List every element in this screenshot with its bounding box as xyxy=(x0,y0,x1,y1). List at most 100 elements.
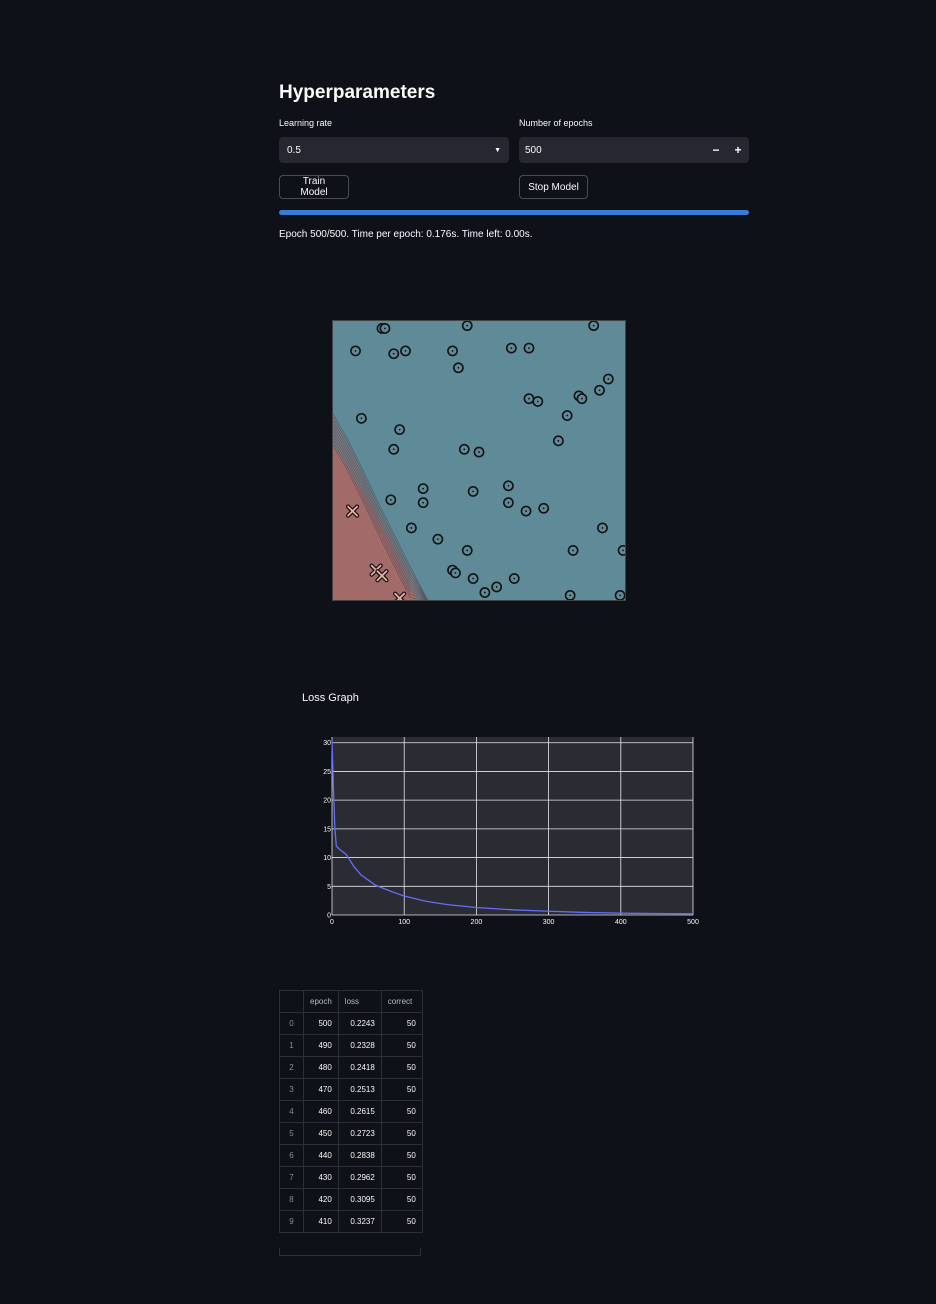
learning-rate-select[interactable]: 0.5 ▼ xyxy=(279,137,509,163)
table-cell[interactable]: 0.2838 xyxy=(337,1144,382,1167)
table-cell[interactable]: 50 xyxy=(380,1210,423,1233)
table-row[interactable]: 2 480 0.2418 50 xyxy=(279,1056,423,1079)
table-cell[interactable]: 0.2243 xyxy=(337,1012,382,1035)
table-row[interactable]: 7 430 0.2962 50 xyxy=(279,1166,423,1189)
loss-chart: 0 100 200 300 400 500 0 5 10 15 20 25 30 xyxy=(323,737,699,926)
table-row[interactable]: 1 490 0.2328 50 xyxy=(279,1034,423,1057)
train-model-button[interactable]: Train Model xyxy=(279,175,349,199)
table-scroll-edge xyxy=(279,1248,421,1256)
circle-point xyxy=(432,533,444,545)
row-index[interactable]: 2 xyxy=(279,1056,304,1079)
table-cell[interactable]: 440 xyxy=(303,1144,339,1167)
table-row[interactable]: 8 420 0.3095 50 xyxy=(279,1188,423,1211)
circle-point xyxy=(417,483,429,494)
table-cell[interactable]: 490 xyxy=(303,1034,339,1057)
circle-point xyxy=(400,345,411,357)
epochs-value[interactable]: 500 xyxy=(525,145,542,156)
table-cell[interactable]: 0.2418 xyxy=(337,1056,382,1079)
table-cell[interactable]: 0.2615 xyxy=(337,1100,382,1123)
table-cell[interactable]: 480 xyxy=(303,1056,339,1079)
table-cell[interactable]: 50 xyxy=(380,1078,423,1101)
circle-point xyxy=(602,373,614,385)
x-tick-label: 500 xyxy=(687,919,699,926)
chevron-down-icon: ▼ xyxy=(494,146,501,154)
table-cell[interactable]: 0.3237 xyxy=(337,1210,382,1233)
circle-point xyxy=(502,497,514,509)
x-tick-label: 400 xyxy=(615,919,627,926)
circle-point xyxy=(417,497,429,509)
circle-point xyxy=(552,435,564,447)
y-tick-label: 0 xyxy=(327,913,331,920)
row-index[interactable]: 6 xyxy=(279,1144,304,1167)
circle-point xyxy=(614,589,626,601)
table-row[interactable]: 9 410 0.3237 50 xyxy=(279,1210,423,1233)
table-cell[interactable]: 50 xyxy=(380,1166,423,1189)
table-cell[interactable]: 50 xyxy=(380,1122,423,1145)
table-cell[interactable]: 50 xyxy=(380,1188,423,1211)
circle-point xyxy=(355,412,367,424)
row-index[interactable]: 1 xyxy=(279,1034,304,1057)
row-index[interactable]: 9 xyxy=(279,1210,304,1233)
circle-point xyxy=(479,587,491,598)
table-row[interactable]: 5 450 0.2723 50 xyxy=(279,1122,423,1145)
table-cell[interactable]: 410 xyxy=(303,1210,339,1233)
column-header-epoch[interactable]: epoch xyxy=(303,990,339,1013)
table-cell[interactable]: 50 xyxy=(380,1012,423,1035)
data-table[interactable]: epoch loss correct 0 500 0.2243 50 1 490 0.2328 5… xyxy=(279,990,423,1233)
row-index[interactable]: 0 xyxy=(279,1012,304,1035)
increment-button[interactable]: + xyxy=(727,143,749,157)
circle-point xyxy=(447,345,458,357)
table-cell[interactable]: 450 xyxy=(303,1122,339,1145)
column-header-loss[interactable]: loss xyxy=(337,990,382,1013)
circle-point xyxy=(388,348,400,360)
index-header[interactable] xyxy=(279,990,304,1013)
table-cell[interactable]: 0.2513 xyxy=(337,1078,382,1101)
table-row[interactable]: 6 440 0.2838 50 xyxy=(279,1144,423,1167)
circle-point xyxy=(588,320,600,332)
table-cell[interactable]: 0.2962 xyxy=(337,1166,382,1189)
table-cell[interactable]: 0.3095 xyxy=(337,1188,382,1211)
row-index[interactable]: 3 xyxy=(279,1078,304,1101)
y-tick-label: 5 xyxy=(327,884,331,891)
row-index[interactable]: 8 xyxy=(279,1188,304,1211)
table-cell[interactable]: 460 xyxy=(303,1100,339,1123)
circle-point xyxy=(379,323,391,334)
row-index[interactable]: 4 xyxy=(279,1100,304,1123)
status-text: Epoch 500/500. Time per epoch: 0.176s. T… xyxy=(279,229,533,240)
column-header-correct[interactable]: correct xyxy=(380,990,423,1013)
loss-graph-title: Loss Graph xyxy=(302,692,359,704)
table-cell[interactable]: 470 xyxy=(303,1078,339,1101)
table-cell[interactable]: 0.2723 xyxy=(337,1122,382,1145)
table-cell[interactable]: 430 xyxy=(303,1166,339,1189)
circle-point xyxy=(502,480,514,492)
table-cell[interactable]: 500 xyxy=(303,1012,339,1035)
y-tick-label: 30 xyxy=(323,740,331,747)
table-cell[interactable]: 50 xyxy=(380,1056,423,1079)
table-cell[interactable]: 0.2328 xyxy=(337,1034,382,1057)
circle-point xyxy=(576,393,588,405)
table-cell[interactable]: 50 xyxy=(380,1034,423,1057)
y-tick-label: 25 xyxy=(323,769,331,776)
circle-point xyxy=(597,522,608,534)
circle-point xyxy=(461,545,473,556)
y-tick-label: 20 xyxy=(323,798,331,805)
circle-point xyxy=(450,567,461,579)
x-tick-label: 0 xyxy=(330,919,334,926)
progress-fill xyxy=(279,210,749,215)
epochs-input[interactable]: 500 − + xyxy=(519,137,749,163)
circle-point xyxy=(467,486,479,497)
row-index[interactable]: 7 xyxy=(279,1166,304,1189)
table-row[interactable]: 4 460 0.2615 50 xyxy=(279,1100,423,1123)
table-cell[interactable]: 420 xyxy=(303,1188,339,1211)
stop-model-button[interactable]: Stop Model xyxy=(519,175,588,199)
table-cell[interactable]: 50 xyxy=(380,1144,423,1167)
decrement-button[interactable]: − xyxy=(705,143,727,157)
circle-point xyxy=(617,545,626,556)
progress-bar xyxy=(279,210,749,215)
row-index[interactable]: 5 xyxy=(279,1122,304,1145)
table-cell[interactable]: 50 xyxy=(380,1100,423,1123)
y-tick-label: 10 xyxy=(323,855,331,862)
table-row[interactable]: 0 500 0.2243 50 xyxy=(279,1012,423,1035)
circle-point xyxy=(508,573,520,584)
table-row[interactable]: 3 470 0.2513 50 xyxy=(279,1078,423,1101)
